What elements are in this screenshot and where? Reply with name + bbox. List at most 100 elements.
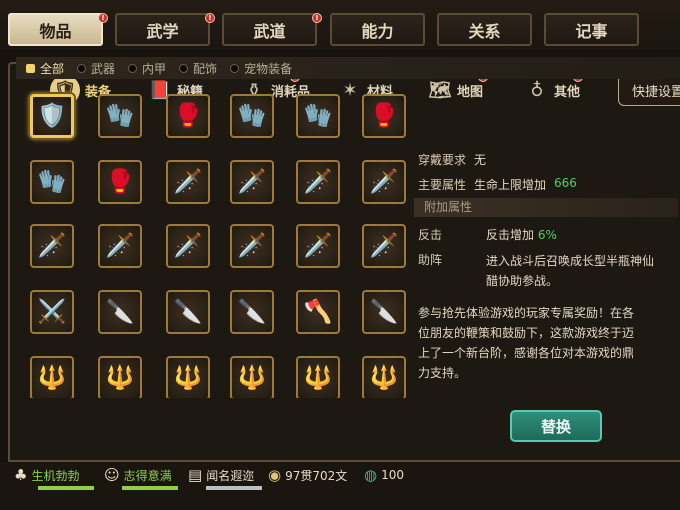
item-slot[interactable]: 🧤 — [296, 94, 340, 138]
mood-status: ☺ 志得意满 — [104, 466, 172, 484]
requirement-row: 穿戴要求 无 — [418, 151, 486, 168]
filter-weapons-label: 武器 — [91, 61, 116, 76]
item-icon: 🔱 — [105, 364, 135, 391]
item-slot[interactable]: 🧤 — [30, 160, 74, 204]
filter-pet-equipment-label: 宠物装备 — [244, 61, 293, 76]
filter-accessories[interactable]: 配饰 — [179, 60, 217, 77]
item-slot[interactable]: 🔱 — [166, 356, 210, 398]
jade-icon: ◍ — [364, 466, 378, 484]
filter-inner-armor[interactable]: 内甲 — [128, 60, 166, 77]
item-slot[interactable]: ⚔️ — [30, 290, 74, 334]
item-slot[interactable]: 🥊 — [166, 94, 210, 138]
item-icon: 🗡️ — [237, 168, 267, 195]
item-slot[interactable]: 🧤 — [98, 94, 142, 138]
radio-icon — [179, 63, 189, 73]
assist-label: 助阵 — [418, 253, 443, 267]
assist-text-line2: 醋协助参战。 — [486, 274, 559, 288]
item-slot[interactable]: 🗡️ — [166, 160, 210, 204]
radio-icon — [230, 63, 240, 73]
item-slot[interactable]: 🗡️ — [166, 224, 210, 268]
tab-relations[interactable]: 关系 — [437, 13, 532, 46]
item-slot[interactable]: 🗡️ — [296, 160, 340, 204]
item-slot[interactable]: 🔪 — [362, 290, 406, 334]
item-grid: 🛡️ 🧤 🥊 🧤 🧤 🥊 🧤 🥊 🗡️ 🗡️ 🗡️ 🗡️ 🗡️ 🗡️ 🗡️ 🗡️ 🗡️ 🗡️ ⚔️ 🔪 🔪 🔪 🪓 🔪 🔱 🔱 🔱 🔱… — [22, 90, 407, 398]
item-icon: 🪓 — [303, 298, 333, 325]
item-description: 参与抢先体验游戏的玩家专属奖励！在各 位朋友的鞭策和鼓励下，这款游戏终于迈 上了… — [418, 303, 680, 383]
game-inventory-screen: 物品! 武学! 武道! 能力 关系 记事 🛡 装备 📕 秘籍 ⚱ 消耗品 ! ✶… — [0, 0, 680, 510]
item-slot[interactable]: 🗡️ — [230, 160, 274, 204]
filter-all-label: 全部 — [40, 61, 65, 76]
notification-dot: ! — [312, 13, 322, 23]
item-slot[interactable]: 🪓 — [296, 290, 340, 334]
tab-items[interactable]: 物品! — [8, 13, 108, 46]
item-slot[interactable]: 🗡️ — [296, 224, 340, 268]
smile-icon: ☺ — [104, 466, 120, 484]
description-line2: 位朋友的鞭策和鼓励下，这款游戏终于迈 — [418, 326, 635, 340]
filter-all[interactable]: 全部 — [26, 60, 64, 77]
item-icon: 🧤 — [237, 102, 267, 129]
item-slot[interactable]: 🧤 — [230, 94, 274, 138]
tab-martial-arts[interactable]: 武学! — [115, 13, 215, 46]
item-slot[interactable]: 🔱 — [30, 356, 74, 398]
item-icon: 🔱 — [173, 364, 203, 391]
item-icon: 🔱 — [369, 364, 399, 391]
notification-dot: ! — [205, 13, 215, 23]
health-status: ♣ 生机勃勃 — [14, 466, 79, 484]
tab-journal-label: 记事 — [575, 21, 608, 41]
filter-accessories-label: 配饰 — [193, 61, 218, 76]
filter-bar: 全部 武器 内甲 配饰 宠物装备 — [16, 57, 680, 79]
mood-bar — [122, 486, 178, 490]
item-detail-panel: 穿戴要求 无 主要属性 生命上限增加 666 附加属性 反击 反击增加 6% 助… — [408, 88, 680, 398]
item-slot[interactable]: 🗡️ — [98, 224, 142, 268]
assist-text-line1: 进入战斗后召唤成长型半瓶神仙 — [486, 254, 655, 268]
jade-status: ◍ 100 — [364, 466, 404, 484]
counter-label: 反击 — [418, 228, 443, 242]
item-slot[interactable]: 🔱 — [98, 356, 142, 398]
requirement-value: 无 — [474, 153, 487, 167]
tab-relations-label: 关系 — [468, 21, 501, 41]
item-slot[interactable]: 🗡️ — [30, 224, 74, 268]
item-icon: 🗡️ — [105, 232, 135, 259]
item-icon: 🗡️ — [37, 232, 67, 259]
item-slot[interactable]: 🔪 — [230, 290, 274, 334]
filter-weapons[interactable]: 武器 — [77, 60, 115, 77]
health-icon: ♣ — [14, 466, 28, 484]
tab-items-label: 物品 — [39, 21, 72, 41]
item-icon: 🥊 — [369, 102, 399, 129]
item-icon: 🛡️ — [37, 102, 67, 129]
assist-row: 助阵 进入战斗后召唤成长型半瓶神仙 醋协助参战。 — [418, 251, 654, 291]
tab-abilities[interactable]: 能力 — [330, 13, 425, 46]
radio-icon — [77, 63, 87, 73]
item-slot[interactable]: 🥊 — [98, 160, 142, 204]
money-status: ◉ 97贯702文 — [268, 466, 347, 484]
replace-button[interactable]: 替换 — [510, 410, 602, 442]
radio-icon — [26, 63, 35, 73]
item-slot[interactable]: 🗡️ — [362, 160, 406, 204]
tab-martial-way[interactable]: 武道! — [222, 13, 322, 46]
item-slot[interactable]: 🛡️ — [30, 94, 74, 138]
notification-dot: ! — [98, 13, 108, 23]
item-slot[interactable]: 🔱 — [362, 356, 406, 398]
item-icon: 🥊 — [105, 168, 135, 195]
health-label: 生机勃勃 — [31, 468, 80, 483]
item-slot[interactable]: 🔪 — [166, 290, 210, 334]
coin-icon: ◉ — [268, 466, 282, 484]
tab-martial-arts-label: 武学 — [146, 21, 179, 41]
item-slot[interactable]: 🔪 — [98, 290, 142, 334]
item-icon: 🔪 — [105, 298, 135, 325]
tab-journal[interactable]: 记事 — [544, 13, 639, 46]
filter-pet-equipment[interactable]: 宠物装备 — [230, 60, 292, 77]
item-icon: 🔪 — [369, 298, 399, 325]
item-icon: 🧤 — [303, 102, 333, 129]
item-slot[interactable]: 🗡️ — [230, 224, 274, 268]
counter-text: 反击增加 — [486, 228, 535, 242]
item-icon: 🔱 — [303, 364, 333, 391]
item-icon: 🗡️ — [303, 168, 333, 195]
item-slot[interactable]: 🥊 — [362, 94, 406, 138]
item-slot[interactable]: 🔱 — [296, 356, 340, 398]
radio-icon — [128, 63, 138, 73]
item-icon: ⚔️ — [37, 298, 67, 325]
item-icon: 🗡️ — [237, 232, 267, 259]
item-slot[interactable]: 🔱 — [230, 356, 274, 398]
item-slot[interactable]: 🗡️ — [362, 224, 406, 268]
